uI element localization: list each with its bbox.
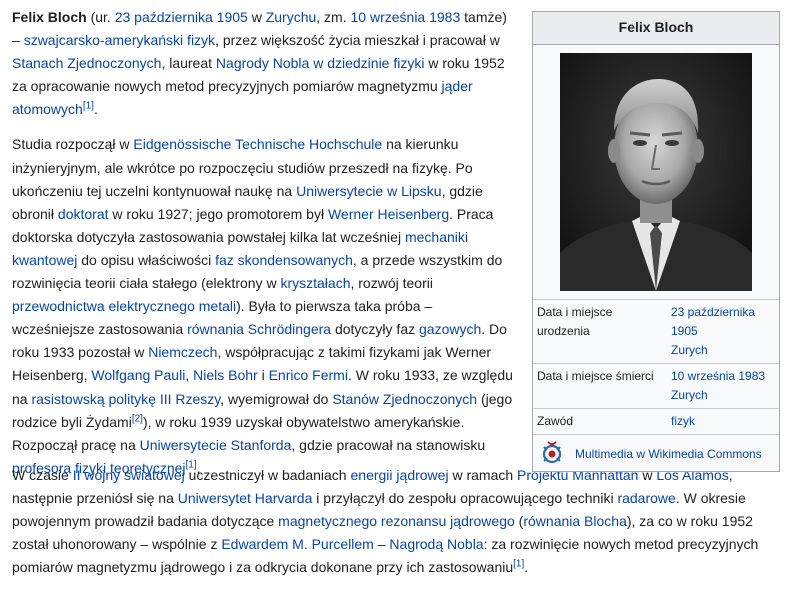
infobox-title: Felix Bloch bbox=[533, 12, 779, 45]
portrait-image bbox=[560, 53, 752, 291]
text: – bbox=[373, 536, 390, 553]
link-racist-policy[interactable]: rasistowską politykę III Rzeszy bbox=[31, 391, 220, 407]
link-nmr[interactable]: magnetycznego rezonansu jądrowego bbox=[278, 513, 515, 529]
link-nuclear-energy[interactable]: energii jądrowej bbox=[351, 467, 449, 483]
link-doctorate[interactable]: doktorat bbox=[58, 206, 109, 222]
text: , laureat bbox=[161, 55, 216, 72]
link-physicist[interactable]: szwajcarsko-amerykański fizyk bbox=[24, 32, 215, 48]
article-body: Felix Bloch (ur. 23 października 1905 w … bbox=[12, 6, 518, 490]
link-schrodinger[interactable]: równania Schrödingera bbox=[187, 321, 331, 337]
link-usa[interactable]: Stanach Zjednoczonych bbox=[12, 55, 161, 71]
link-leipzig[interactable]: Uniwersytecie w Lipsku bbox=[296, 183, 442, 199]
link-occupation[interactable]: fizyk bbox=[671, 414, 695, 428]
text: i przyłączył do zespołu opracowującego t… bbox=[312, 490, 618, 507]
infobox: Felix Bloch Data i miejsce urodzenia 23 … bbox=[532, 11, 780, 472]
text: w roku 1927; jego promotorem był bbox=[108, 205, 328, 222]
paragraph-war-research: W czasie II wojny światowej uczestniczył… bbox=[12, 464, 782, 579]
link-nobel-physics[interactable]: Nagrody Nobla w dziedzinie fizyki bbox=[216, 55, 425, 71]
infobox-row-birth: Data i miejsce urodzenia 23 października… bbox=[533, 299, 779, 364]
text: , wyemigrował do bbox=[220, 390, 333, 407]
infobox-table: Data i miejsce urodzenia 23 października… bbox=[533, 299, 779, 434]
link-germany[interactable]: Niemczech bbox=[148, 344, 217, 360]
infobox-row-occupation: Zawód fizyk bbox=[533, 408, 779, 434]
text: w bbox=[247, 9, 266, 25]
text: , zm. bbox=[316, 9, 351, 25]
link-purcell[interactable]: Edwardem M. Purcellem bbox=[221, 536, 374, 552]
text: , gdzie pracował na stanowisku bbox=[291, 436, 486, 453]
link-condensed-phases[interactable]: faz skondensowanych bbox=[215, 252, 353, 268]
infobox-row-death: Data i miejsce śmierci 10 września 1983 Z… bbox=[533, 363, 779, 409]
link-deathdate[interactable]: 10 września 1983 bbox=[351, 9, 461, 25]
link-zurich[interactable]: Zurychu bbox=[266, 9, 317, 25]
link-birthdate[interactable]: 23 października 1905 bbox=[115, 9, 248, 25]
text: (ur. bbox=[86, 9, 115, 25]
occupation-label: Zawód bbox=[533, 408, 659, 434]
link-harvard[interactable]: Uniwersytet Harvarda bbox=[178, 490, 313, 506]
link-death-date[interactable]: 10 września 1983 bbox=[671, 369, 765, 383]
link-gas[interactable]: gazowych bbox=[419, 321, 481, 337]
link-nobel-prize[interactable]: Nagrodą Nobla bbox=[389, 536, 483, 552]
link-ww2[interactable]: II wojny światowej bbox=[73, 467, 185, 483]
death-label: Data i miejsce śmierci bbox=[533, 363, 659, 409]
link-birth-date[interactable]: 23 października 1905 bbox=[671, 305, 755, 338]
link-pauli[interactable]: Wolfgang Pauli bbox=[91, 367, 185, 383]
link-fermi[interactable]: Enrico Fermi bbox=[269, 367, 348, 383]
birth-value: 23 października 1905 Zurych bbox=[659, 299, 779, 364]
paragraph-intro: Felix Bloch (ur. 23 października 1905 w … bbox=[12, 6, 518, 121]
wikimedia-commons-icon[interactable] bbox=[541, 441, 563, 467]
link-heisenberg[interactable]: Werner Heisenberg bbox=[328, 206, 449, 222]
link-birth-place[interactable]: Zurych bbox=[671, 343, 708, 357]
text: . bbox=[93, 101, 98, 118]
link-crystals[interactable]: kryształach bbox=[280, 275, 350, 291]
text: , bbox=[185, 367, 194, 384]
reference-1[interactable]: [1] bbox=[83, 101, 94, 112]
text: do opisu właściwości bbox=[77, 251, 216, 268]
text: W czasie bbox=[12, 467, 73, 483]
link-bloch-equations[interactable]: równania Blocha bbox=[523, 513, 627, 529]
occupation-value: fizyk bbox=[659, 408, 779, 434]
article-body-continued: W czasie II wojny światowej uczestniczył… bbox=[12, 464, 782, 579]
reference-1[interactable]: [1] bbox=[513, 559, 524, 570]
death-value: 10 września 1983 Zurych bbox=[659, 363, 779, 409]
text: . bbox=[524, 559, 529, 576]
portrait-photo[interactable] bbox=[560, 53, 752, 291]
link-bohr[interactable]: Niels Bohr bbox=[193, 367, 258, 383]
text: w ramach bbox=[448, 467, 518, 483]
link-radar[interactable]: radarowe bbox=[617, 490, 675, 506]
link-death-place[interactable]: Zurych bbox=[671, 388, 708, 402]
reference-2[interactable]: [2] bbox=[132, 413, 143, 424]
paragraph-career: Studia rozpoczął w Eidgenössische Techni… bbox=[12, 133, 518, 479]
link-commons[interactable]: Multimedia w Wikimedia Commons bbox=[575, 445, 762, 464]
link-stanford[interactable]: Uniwersytecie Stanforda bbox=[140, 437, 292, 453]
link-usa-2[interactable]: Stanów Zjednoczonych bbox=[332, 391, 477, 407]
text: , przez większość życia mieszkał i praco… bbox=[215, 32, 500, 49]
article-subject: Felix Bloch bbox=[12, 9, 87, 25]
text: , rozwój teorii bbox=[350, 275, 433, 292]
text: dotyczyły faz bbox=[331, 321, 419, 338]
text: uczestniczył w badaniach bbox=[184, 467, 351, 483]
text: Studia rozpoczął w bbox=[12, 136, 134, 153]
commons-row: Multimedia w Wikimedia Commons bbox=[533, 434, 779, 471]
birth-label: Data i miejsce urodzenia bbox=[533, 299, 659, 364]
link-conductivity[interactable]: przewodnictwa elektrycznego metali bbox=[12, 298, 236, 314]
text: i bbox=[257, 367, 269, 384]
link-eth[interactable]: Eidgenössische Technische Hochschule bbox=[133, 136, 382, 152]
